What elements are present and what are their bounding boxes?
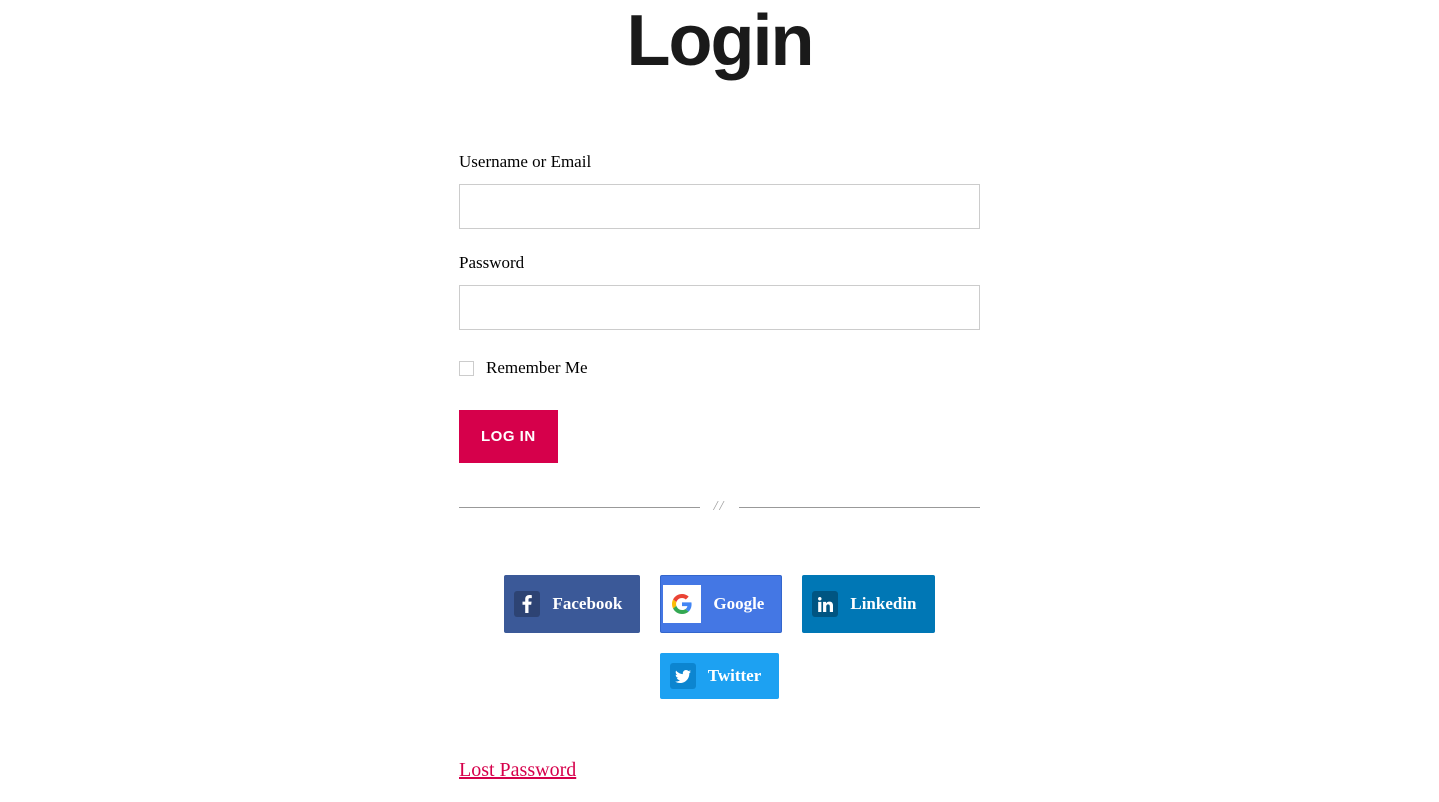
twitter-button[interactable]: Twitter xyxy=(660,653,780,699)
login-button[interactable]: LOG IN xyxy=(459,410,558,463)
remember-label: Remember Me xyxy=(486,358,588,378)
linkedin-icon xyxy=(812,591,838,617)
facebook-icon xyxy=(514,591,540,617)
password-input[interactable] xyxy=(459,285,980,330)
remember-checkbox[interactable] xyxy=(459,361,474,376)
facebook-button[interactable]: Facebook xyxy=(504,575,640,633)
twitter-label: Twitter xyxy=(708,666,762,686)
divider-line-left xyxy=(459,507,700,508)
google-button[interactable]: Google xyxy=(660,575,782,633)
login-form: Username or Email Password Remember Me L… xyxy=(459,152,980,699)
social-buttons: Facebook Google xyxy=(459,575,980,699)
twitter-icon xyxy=(670,663,696,689)
google-label: Google xyxy=(713,594,764,614)
divider-text: // xyxy=(700,499,740,515)
page-title: Login xyxy=(254,0,1186,82)
linkedin-button[interactable]: Linkedin xyxy=(802,575,934,633)
linkedin-label: Linkedin xyxy=(850,594,916,614)
divider: // xyxy=(459,499,980,515)
divider-line-right xyxy=(739,507,980,508)
google-icon xyxy=(663,585,701,623)
password-label: Password xyxy=(459,253,980,273)
facebook-label: Facebook xyxy=(552,594,622,614)
username-input[interactable] xyxy=(459,184,980,229)
lost-password-link[interactable]: Lost Password xyxy=(459,759,576,781)
username-label: Username or Email xyxy=(459,152,980,172)
